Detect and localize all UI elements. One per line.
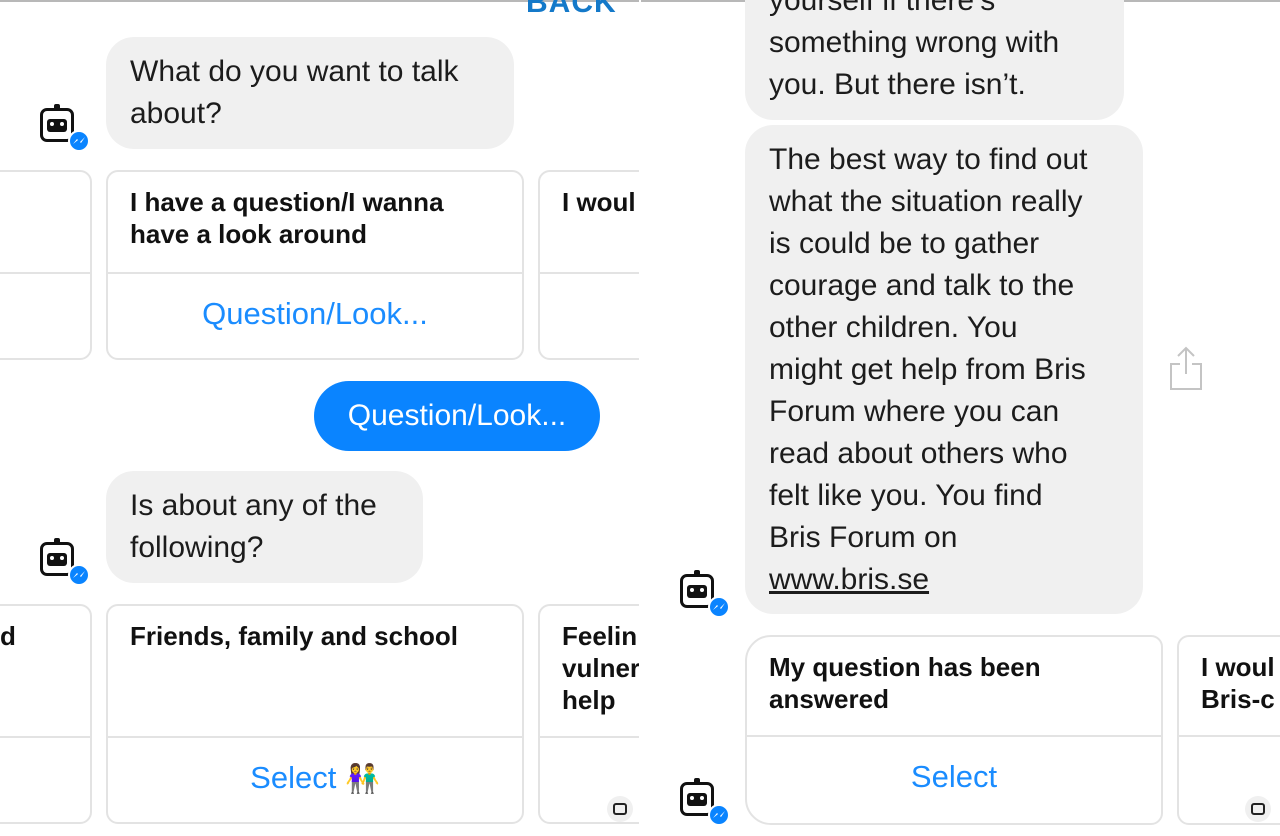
bot-message-line: What do you want to talk	[130, 55, 459, 88]
left-screenshot-panel: BACK What do you want to talk about? I h…	[0, 0, 639, 836]
bot-avatar[interactable]	[680, 778, 730, 826]
bot-message-bubble: What do you want to talk about?	[106, 37, 514, 149]
bot-avatar[interactable]	[40, 538, 90, 586]
bot-message-bubble: Is about any of the following?	[106, 471, 423, 583]
bot-message-line: following?	[130, 531, 264, 564]
bot-message-line: Bris Forum on	[769, 521, 958, 554]
quick-reply-card[interactable]: My question has been answered Select	[745, 635, 1163, 825]
user-message-bubble: Question/Look...	[314, 381, 600, 451]
quick-reply-card-partial[interactable]: I woul Bris-c	[1177, 635, 1280, 825]
card-title-line: have a look around	[130, 219, 367, 249]
card-title: I have a question/I wanna have a look ar…	[130, 186, 504, 250]
bot-message-line: is could be to gather	[769, 227, 1040, 260]
quick-reply-card-partial[interactable]: d	[0, 604, 92, 824]
card-title: d	[0, 621, 16, 651]
messenger-badge-icon	[68, 564, 90, 586]
messenger-badge-icon	[708, 804, 730, 826]
card-title-line: I woul	[1201, 652, 1275, 682]
bris-website-link[interactable]: www.bris.se	[769, 559, 1119, 601]
messenger-badge-icon	[68, 130, 90, 152]
bot-message-line: felt like you. You find	[769, 479, 1043, 512]
bot-message-bubble: yourself if there’s something wrong with…	[745, 0, 1124, 120]
card-divider	[747, 735, 1161, 737]
question-look-button[interactable]: Question/Look...	[108, 296, 522, 332]
card-title-line: vulner	[562, 653, 639, 683]
quick-reply-card-partial[interactable]: I woul	[538, 170, 639, 360]
bot-message-line: other children. You	[769, 311, 1018, 344]
bot-message-line: what the situation really	[769, 185, 1083, 218]
bot-message-line: courage and talk to the	[769, 269, 1075, 302]
bot-message-line: Is about any of the	[130, 489, 377, 522]
quick-reply-card[interactable]: Friends, family and school Select 👫	[106, 604, 524, 824]
card-title-line: My question has been	[769, 652, 1041, 682]
messenger-badge-icon	[708, 596, 730, 618]
card-title: I woul Bris-c	[1201, 651, 1280, 715]
bot-mini-icon	[607, 796, 633, 822]
back-header-label[interactable]: BACK	[526, 0, 617, 20]
bot-avatar[interactable]	[680, 570, 730, 618]
bot-avatar[interactable]	[40, 104, 90, 152]
bot-message-bubble: The best way to find out what the situat…	[745, 125, 1143, 614]
card-divider	[108, 736, 522, 738]
share-icon[interactable]	[1168, 346, 1204, 392]
quick-reply-card-partial[interactable]	[0, 170, 92, 360]
bot-message-line: read about others who	[769, 437, 1068, 470]
card-title-line: I have a question/I wanna	[130, 187, 444, 217]
card-title-line: Feelin	[562, 621, 638, 651]
card-title-line: Bris-c	[1201, 684, 1275, 714]
friends-emoji-icon: 👫	[344, 763, 380, 794]
card-title: Feelin vulner help	[562, 620, 639, 716]
bot-message-line: you. But there isn’t.	[769, 68, 1026, 101]
select-button[interactable]: Select	[747, 759, 1161, 795]
card-title-line: help	[562, 685, 616, 715]
bot-mini-icon	[1245, 796, 1271, 822]
bot-message-line: The best way to find out	[769, 143, 1088, 176]
bot-message-line: Forum where you can	[769, 395, 1060, 428]
quick-reply-card[interactable]: I have a question/I wanna have a look ar…	[106, 170, 524, 360]
card-title-line: answered	[769, 684, 889, 714]
card-divider	[108, 272, 522, 274]
quick-reply-card-partial[interactable]: Feelin vulner help	[538, 604, 639, 824]
bot-message-line: something wrong with	[769, 26, 1060, 59]
card-title: Friends, family and school	[130, 621, 458, 651]
right-screenshot-panel: yourself if there’s something wrong with…	[641, 0, 1280, 836]
bot-message-line: yourself if there’s	[769, 0, 996, 17]
card-title: My question has been answered	[769, 651, 1143, 715]
bot-message-line: might get help from Bris	[769, 353, 1086, 386]
card-title: I woul	[562, 187, 636, 217]
bot-message-line: about?	[130, 97, 222, 130]
select-label: Select	[250, 760, 337, 795]
select-button[interactable]: Select 👫	[108, 760, 522, 796]
